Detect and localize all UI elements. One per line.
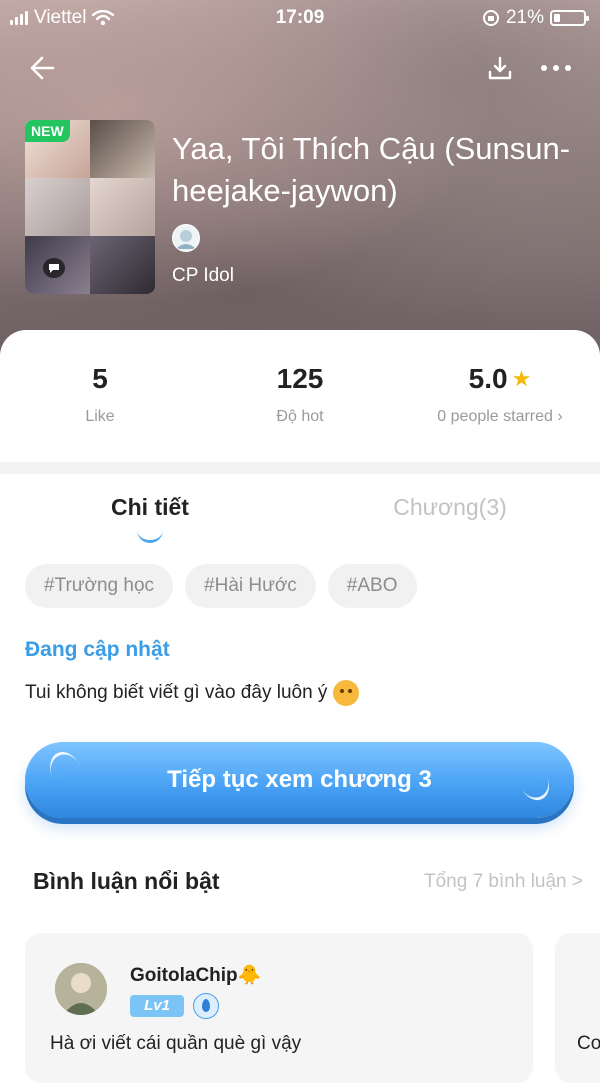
story-description: Tui không biết viết gì vào đây luôn ý [25, 680, 360, 706]
rating-value: 5.0 [468, 363, 508, 394]
comment-card[interactable]: Co [555, 933, 600, 1083]
author-avatar-icon [176, 230, 196, 249]
commenter-avatar-icon [55, 963, 107, 1015]
featured-comments-title: Bình luận nổi bật [33, 868, 220, 894]
commenter-avatar[interactable] [55, 963, 107, 1015]
tag-list: #Trường học #Hài Hước #ABO [25, 564, 417, 608]
all-comments-link[interactable]: Tổng 7 bình luận > [424, 871, 583, 893]
download-button[interactable] [480, 48, 520, 88]
level-badge: Lv1 [130, 995, 184, 1017]
stat-rating[interactable]: 5.0 ★ 0 people starred › [400, 360, 600, 426]
story-cover-image[interactable]: NEW [25, 120, 155, 294]
comment-card[interactable]: GoitolaChip🐥 Lv1 Hà ơi viết cái quần què… [25, 933, 533, 1083]
chat-bubble-icon [43, 258, 65, 278]
tab-chapters[interactable]: Chương(3) [300, 494, 600, 521]
cover-photo-tile [25, 178, 90, 236]
star-icon: ★ [511, 366, 532, 391]
rating-count-link[interactable]: 0 people starred › [400, 408, 600, 426]
status-bar: Viettel 17:09 21% [0, 0, 600, 36]
battery-percent: 21% [505, 7, 544, 28]
stat-likes: 5 Like [0, 360, 200, 426]
story-category[interactable]: CP Idol [172, 265, 234, 287]
back-arrow-icon [30, 56, 55, 80]
medal-icon [193, 993, 219, 1019]
button-gloss [521, 775, 555, 806]
comment-text: Hà ơi viết cái quần què gì vậy [50, 1033, 302, 1054]
status-right: 21% [482, 7, 589, 29]
content-card: 5 Like 125 Độ hot 5.0 ★ 0 people starred … [0, 330, 600, 1083]
author-avatar[interactable] [172, 224, 200, 252]
hot-label: Độ hot [276, 408, 324, 425]
download-icon [488, 56, 512, 80]
continue-reading-button[interactable]: Tiếp tục xem chương 3 [25, 742, 574, 818]
cover-photo-tile [90, 178, 155, 236]
hugging-emoji-icon [333, 680, 360, 706]
tag-chip[interactable]: #Trường học [25, 564, 174, 608]
more-dots-icon [541, 65, 571, 71]
battery-icon [550, 10, 589, 26]
continue-reading-label: Tiếp tục xem chương 3 [167, 766, 432, 793]
back-button[interactable] [22, 48, 62, 88]
new-badge: NEW [25, 120, 70, 142]
section-divider [0, 462, 600, 474]
commenter-name[interactable]: GoitolaChip🐥 [130, 963, 261, 987]
tag-chip[interactable]: #ABO [327, 564, 417, 608]
more-options-button[interactable] [536, 48, 576, 88]
likes-count: 5 [92, 363, 108, 394]
rating-row: 5.0 ★ [400, 360, 600, 398]
tab-bar: Chi tiết Chương(3) [0, 494, 600, 544]
cover-photo-tile [90, 120, 155, 178]
update-status: Đang cập nhật [25, 638, 170, 661]
comment-text: Co [577, 1033, 600, 1054]
stat-hot: 125 Độ hot [200, 360, 400, 426]
hot-count: 125 [276, 363, 324, 394]
orientation-lock-icon [482, 10, 499, 26]
cover-photo-tile [90, 236, 155, 294]
tag-chip[interactable]: #Hài Hước [185, 564, 316, 608]
stats-row: 5 Like 125 Độ hot 5.0 ★ 0 people starred … [0, 360, 600, 440]
tab-details[interactable]: Chi tiết [0, 494, 300, 521]
story-title: Yaa, Tôi Thích Cậu (Sunsun-heejake-jaywo… [172, 131, 571, 208]
description-text: Tui không biết viết gì vào đây luôn ý [25, 682, 328, 704]
likes-label: Like [85, 408, 115, 425]
button-gloss [43, 746, 81, 779]
active-tab-indicator [137, 530, 163, 543]
